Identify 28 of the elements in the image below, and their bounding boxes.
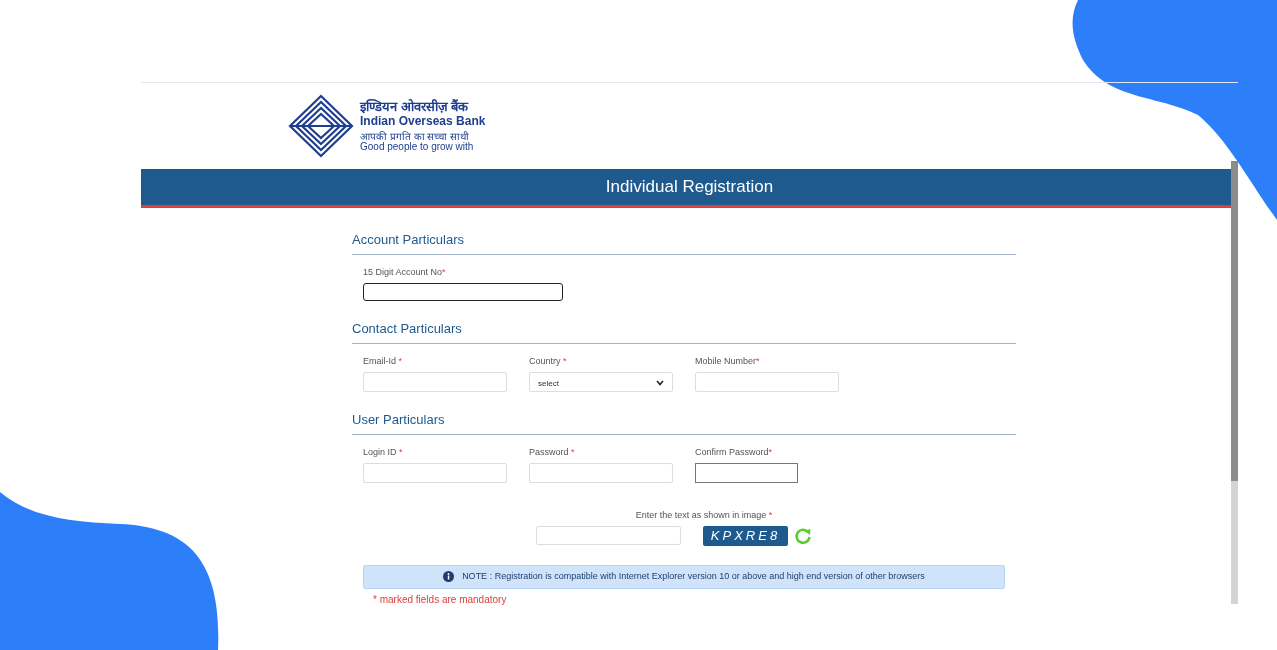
- refresh-icon[interactable]: [794, 526, 813, 545]
- logo-icon: [288, 93, 354, 158]
- input-field[interactable]: [363, 283, 563, 301]
- field-label: Enter the text as shown in image *: [635, 509, 773, 522]
- scrollbar-thumb[interactable]: [1231, 161, 1238, 481]
- page-title: Individual Registration: [605, 176, 774, 199]
- note-text: NOTE : Registration is compatible with Internet Explorer version 10 or above and high end version of other browsers: [462, 569, 925, 583]
- field-label: Confirm Password*: [695, 445, 774, 459]
- section-heading: Contact Particulars: [352, 319, 1016, 344]
- section-heading: User Particulars: [352, 410, 1016, 435]
- tagline-hindi: आपकी प्रगति का सच्चा साथी: [360, 131, 471, 142]
- field-label: Country *: [529, 354, 568, 368]
- bank-name: Indian Overseas Bank: [360, 114, 486, 127]
- field-label: Login ID *: [363, 445, 404, 459]
- input-field[interactable]: [695, 463, 798, 483]
- country-select[interactable]: select: [529, 372, 673, 392]
- tagline: Good people to grow with: [360, 141, 475, 152]
- caret-icon: [656, 380, 664, 386]
- mandatory-note: * marked fields are mandatory: [373, 593, 507, 606]
- captcha-input-field[interactable]: [535, 526, 681, 545]
- section-heading: Account Particulars: [352, 230, 1016, 255]
- bank-name-hindi: इण्डियन ओवरसीज़ बैंक: [360, 99, 470, 113]
- field-label: 15 Digit Account No*: [363, 265, 447, 279]
- captcha-image: KPXRE8: [702, 525, 789, 546]
- field-label: Email-Id *: [363, 354, 404, 368]
- field-label: Mobile Number*: [695, 354, 761, 368]
- field-label: Password *: [529, 445, 576, 459]
- info-icon: [443, 571, 455, 582]
